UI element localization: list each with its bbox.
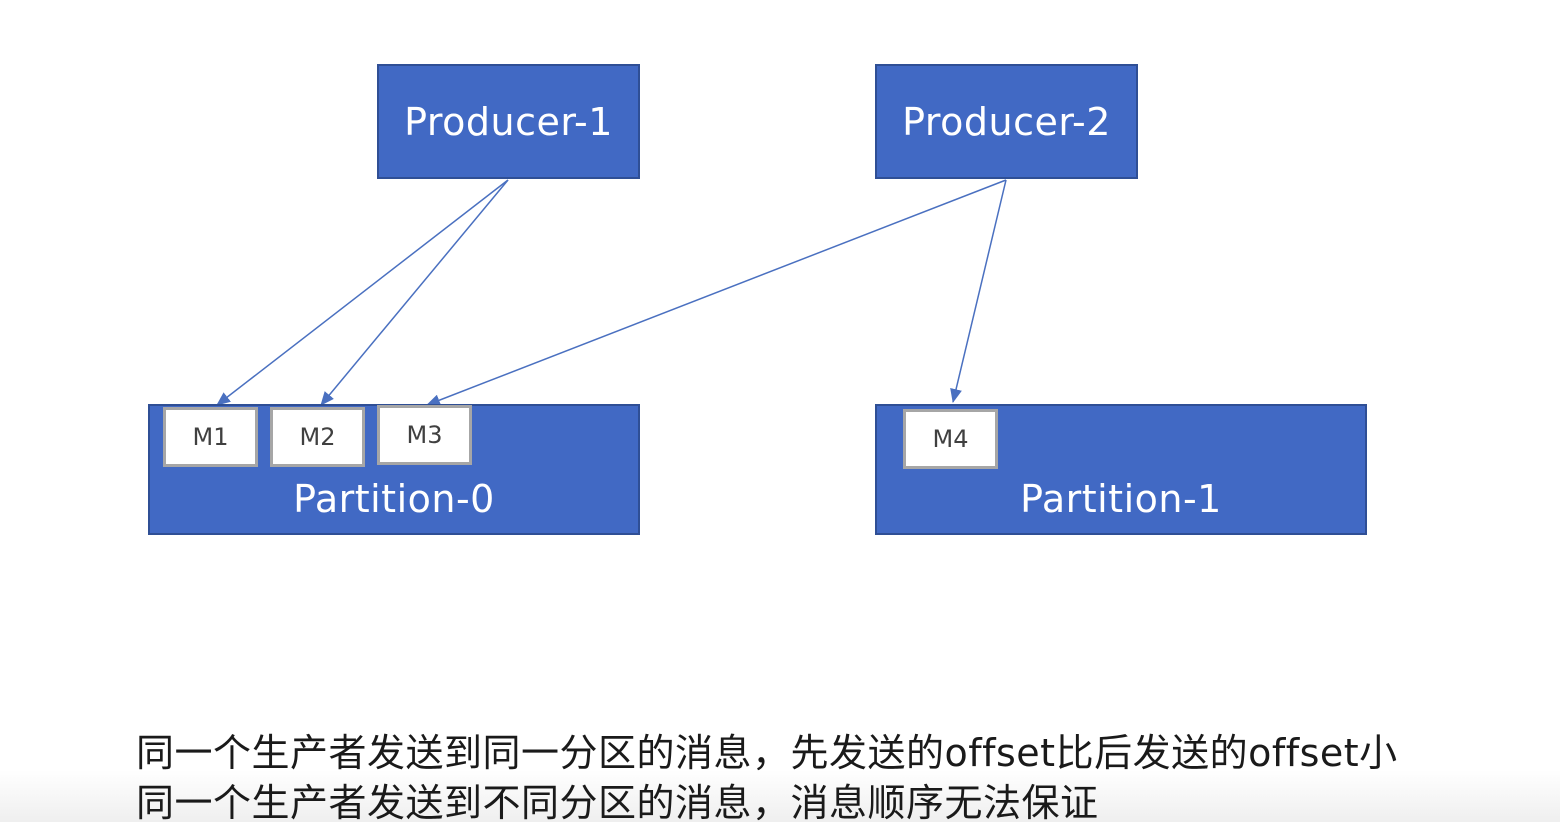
- partition-1-label: Partition-1: [1020, 477, 1222, 521]
- message-m2-label: M2: [299, 423, 336, 451]
- message-m4-label: M4: [932, 425, 969, 453]
- message-m3-label: M3: [406, 421, 443, 449]
- diagram-canvas: Producer-1 Producer-2 Partition-0 Partit…: [0, 0, 1560, 822]
- message-m1-label: M1: [192, 423, 229, 451]
- caption-line-2: 同一个生产者发送到不同分区的消息，消息顺序无法保证: [136, 781, 1099, 822]
- partition-0-label: Partition-0: [293, 477, 495, 521]
- arrow-producer1-to-m2: [320, 179, 509, 406]
- arrow-producer2-to-m4: [950, 179, 1007, 403]
- caption-line-1: 同一个生产者发送到同一分区的消息，先发送的offset比后发送的offset小: [136, 731, 1398, 775]
- message-m4-box: M4: [903, 409, 998, 469]
- arrow-producer2-to-m3: [426, 179, 1007, 406]
- producer-2-box: Producer-2: [875, 64, 1138, 179]
- message-m3-box: M3: [377, 405, 472, 465]
- producer-1-box: Producer-1: [377, 64, 640, 179]
- producer-1-label: Producer-1: [404, 99, 613, 144]
- producer-2-label: Producer-2: [902, 99, 1111, 144]
- message-m1-box: M1: [163, 407, 258, 467]
- message-m2-box: M2: [270, 407, 365, 467]
- arrow-producer1-to-m1: [216, 179, 509, 406]
